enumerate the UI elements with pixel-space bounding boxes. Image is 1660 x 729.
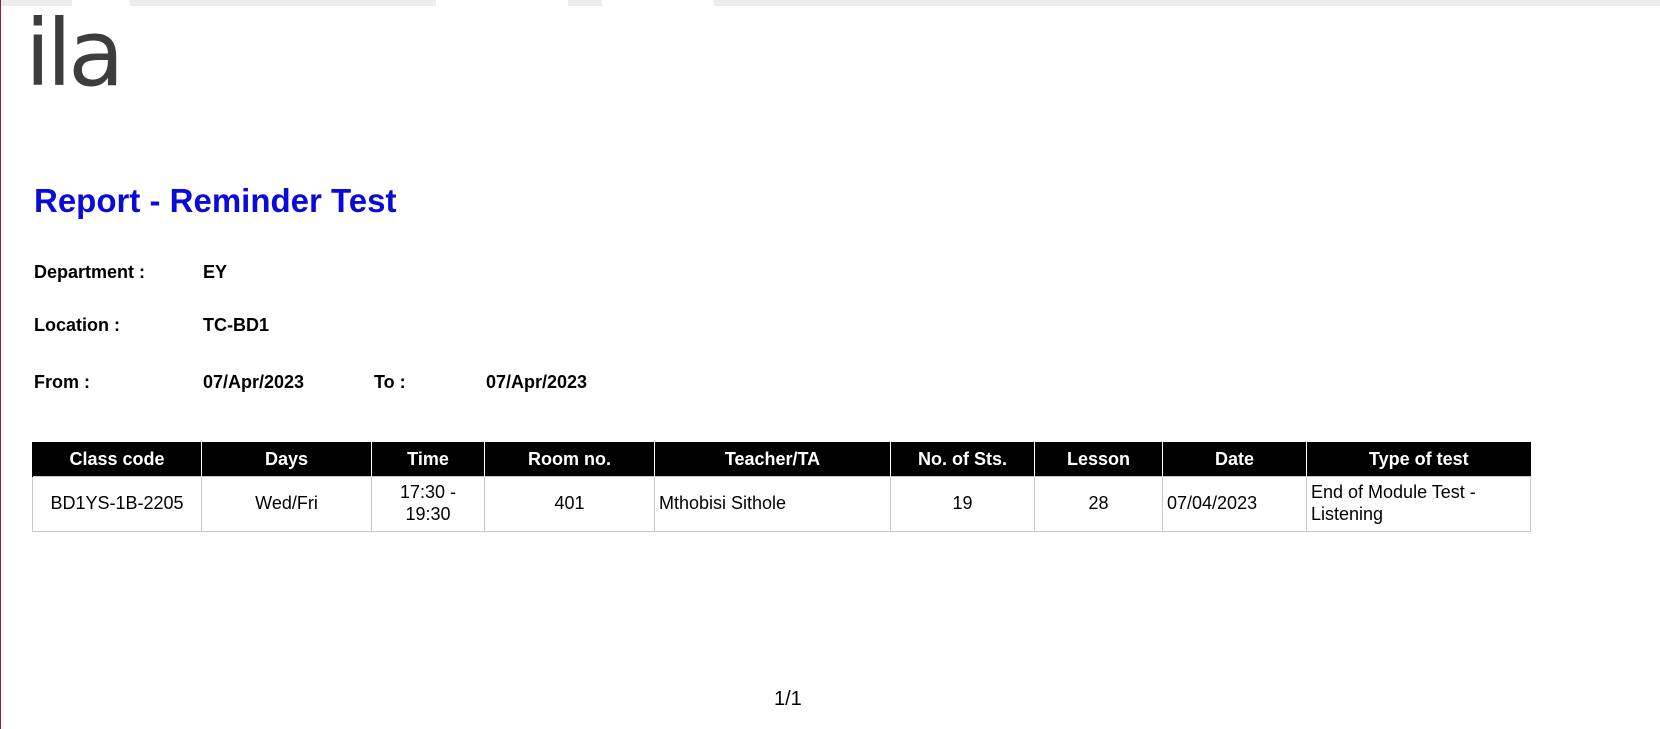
report-page: ila Report - Reminder Test Department : …: [0, 0, 1660, 729]
header-class-code: Class code: [32, 442, 202, 477]
location-value: TC-BD1: [203, 315, 269, 335]
report-title: Report - Reminder Test: [34, 182, 397, 219]
table-header-row: Class code Days Time Room no. Teacher/TA…: [32, 442, 1531, 477]
cell-test-line2: Listening: [1311, 504, 1384, 524]
table-row: BD1YS-1B-2205 Wed/Fri 17:30 - 19:30 401 …: [32, 476, 1531, 532]
cell-days: Wed/Fri: [201, 476, 372, 532]
header-days: Days: [201, 442, 372, 477]
cell-type-of-test: End of Module Test - Listening: [1306, 476, 1531, 532]
cell-date: 07/04/2023: [1162, 476, 1307, 532]
location-label: Location :: [34, 315, 120, 335]
header-lesson: Lesson: [1034, 442, 1163, 477]
cell-time-end: 19:30: [405, 504, 451, 524]
top-strip: [0, 0, 1660, 6]
header-no-of-students: No. of Sts.: [890, 442, 1035, 477]
cell-test-line1: End of Module Test -: [1311, 482, 1476, 503]
header-teacher: Teacher/TA: [654, 442, 891, 477]
header-room-no: Room no.: [484, 442, 655, 477]
cell-time: 17:30 - 19:30: [371, 476, 485, 532]
department-label: Department :: [34, 262, 146, 282]
to-value: 07/Apr/2023: [486, 372, 588, 392]
from-value: 07/Apr/2023: [203, 372, 305, 392]
report-table: Class code Days Time Room no. Teacher/TA…: [32, 442, 1531, 532]
cell-room: 401: [484, 476, 655, 532]
cell-students: 19: [890, 476, 1035, 532]
cell-class-code: BD1YS-1B-2205: [32, 476, 202, 532]
from-label: From :: [34, 372, 90, 392]
to-label: To :: [374, 372, 406, 392]
department-value: EY: [203, 262, 228, 282]
page-counter: 1/1: [774, 688, 802, 710]
header-type-of-test: Type of test: [1306, 442, 1531, 477]
cell-lesson: 28: [1034, 476, 1163, 532]
report-table-container: Class code Days Time Room no. Teacher/TA…: [32, 442, 1531, 532]
page-edge-line: [0, 0, 1, 729]
company-logo: ila: [25, 0, 124, 107]
header-date: Date: [1162, 442, 1307, 477]
header-time: Time: [371, 442, 485, 477]
cell-teacher: Mthobisi Sithole: [654, 476, 891, 532]
cell-time-start: 17:30 -: [399, 482, 457, 503]
